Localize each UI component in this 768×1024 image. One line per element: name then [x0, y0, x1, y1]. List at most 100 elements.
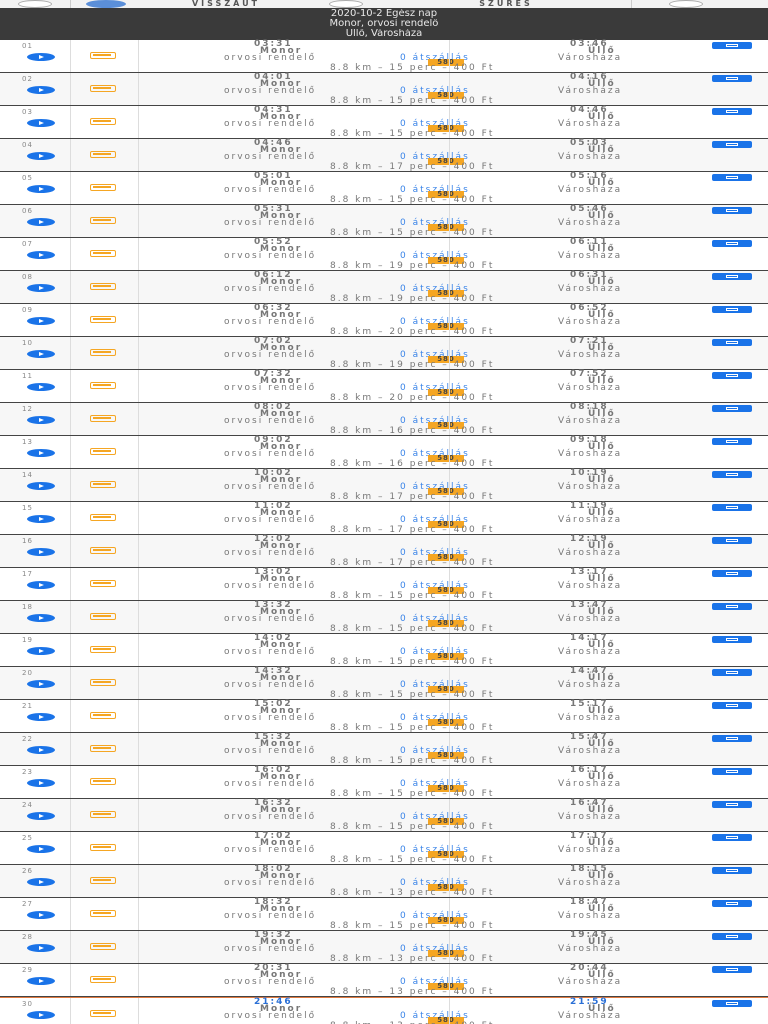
- ticket-icon[interactable]: [712, 801, 752, 808]
- result-row[interactable]: 24 16:32 Monor orvosi rendelő 0 átszállá…: [0, 799, 768, 832]
- ticket-icon[interactable]: [712, 933, 752, 940]
- ticket-icon[interactable]: [712, 471, 752, 478]
- result-row[interactable]: 18 13:32 Monor orvosi rendelő 0 átszállá…: [0, 601, 768, 634]
- info-button[interactable]: [632, 0, 739, 8]
- ticket-icon[interactable]: [712, 966, 752, 973]
- play-icon[interactable]: [27, 1011, 55, 1019]
- ticket-icon[interactable]: [712, 504, 752, 511]
- play-icon[interactable]: [27, 845, 55, 853]
- result-row[interactable]: 08 06:12 Monor orvosi rendelő 0 átszállá…: [0, 271, 768, 304]
- play-icon[interactable]: [27, 350, 55, 358]
- play-icon[interactable]: [27, 977, 55, 985]
- ticket-icon[interactable]: [712, 42, 752, 49]
- result-row[interactable]: 28 19:32 Monor orvosi rendelő 0 átszállá…: [0, 931, 768, 964]
- result-row[interactable]: 17 13:02 Monor orvosi rendelő 0 átszállá…: [0, 568, 768, 601]
- result-row[interactable]: 06 05:31 Monor orvosi rendelő 0 átszállá…: [0, 205, 768, 238]
- play-icon[interactable]: [27, 53, 55, 61]
- vehicle-cell: [70, 898, 139, 930]
- ticket-icon[interactable]: [712, 669, 752, 676]
- ticket-icon[interactable]: [712, 735, 752, 742]
- back-trip-button[interactable]: VISSZAÚT: [141, 0, 311, 8]
- play-icon[interactable]: [27, 878, 55, 886]
- result-row[interactable]: 07 05:52 Monor orvosi rendelő 0 átszállá…: [0, 238, 768, 271]
- ticket-icon[interactable]: [712, 537, 752, 544]
- play-icon[interactable]: [27, 779, 55, 787]
- ticket-icon[interactable]: [712, 339, 752, 346]
- play-icon[interactable]: [27, 251, 55, 259]
- play-icon[interactable]: [27, 284, 55, 292]
- result-row[interactable]: 12 08:02 Monor orvosi rendelő 0 átszállá…: [0, 403, 768, 436]
- ticket-icon[interactable]: [712, 603, 752, 610]
- ticket-icon[interactable]: [712, 273, 752, 280]
- row-number: 12: [22, 405, 33, 413]
- play-icon[interactable]: [27, 449, 55, 457]
- play-icon[interactable]: [27, 218, 55, 226]
- ticket-icon[interactable]: [712, 438, 752, 445]
- ticket-icon[interactable]: [712, 570, 752, 577]
- departure-stop-detail: orvosi rendelő: [224, 911, 317, 921]
- filter-button[interactable]: SZŰRÉS: [381, 0, 631, 8]
- ticket-icon[interactable]: [712, 702, 752, 709]
- result-row[interactable]: 11 07:32 Monor orvosi rendelő 0 átszállá…: [0, 370, 768, 403]
- result-row[interactable]: 27 18:32 Monor orvosi rendelő 0 átszállá…: [0, 898, 768, 931]
- ticket-icon[interactable]: [712, 372, 752, 379]
- play-icon[interactable]: [27, 713, 55, 721]
- ticket-icon[interactable]: [712, 768, 752, 775]
- result-row[interactable]: 13 09:02 Monor orvosi rendelő 0 átszállá…: [0, 436, 768, 469]
- result-row[interactable]: 26 18:02 Monor orvosi rendelő 0 átszállá…: [0, 865, 768, 898]
- result-row[interactable]: 16 12:02 Monor orvosi rendelő 0 átszállá…: [0, 535, 768, 568]
- ticket-icon[interactable]: [712, 141, 752, 148]
- result-row[interactable]: 02 04:01 Monor orvosi rendelő 0 átszállá…: [0, 73, 768, 106]
- play-icon[interactable]: [27, 614, 55, 622]
- result-row[interactable]: 10 07:02 Monor orvosi rendelő 0 átszállá…: [0, 337, 768, 370]
- play-icon[interactable]: [27, 581, 55, 589]
- ticket-icon[interactable]: [712, 306, 752, 313]
- location-button[interactable]: [71, 0, 141, 8]
- play-icon[interactable]: [27, 185, 55, 193]
- play-icon[interactable]: [27, 416, 55, 424]
- ticket-icon[interactable]: [712, 174, 752, 181]
- ticket-icon[interactable]: [712, 900, 752, 907]
- play-icon[interactable]: [27, 515, 55, 523]
- play-icon[interactable]: [27, 911, 55, 919]
- play-icon[interactable]: [27, 812, 55, 820]
- play-icon[interactable]: [27, 548, 55, 556]
- result-row[interactable]: 19 14:02 Monor orvosi rendelő 0 átszállá…: [0, 634, 768, 667]
- result-row[interactable]: 23 16:02 Monor orvosi rendelő 0 átszállá…: [0, 766, 768, 799]
- result-row[interactable]: 30 21:46 Monor orvosi rendelő 0 átszállá…: [0, 997, 768, 1024]
- ticket-icon[interactable]: [712, 405, 752, 412]
- result-row[interactable]: 25 17:02 Monor orvosi rendelő 0 átszállá…: [0, 832, 768, 865]
- ticket-icon[interactable]: [712, 75, 752, 82]
- play-icon[interactable]: [27, 119, 55, 127]
- play-icon[interactable]: [27, 944, 55, 952]
- ticket-icon[interactable]: [712, 207, 752, 214]
- ticket-icon[interactable]: [712, 240, 752, 247]
- ticket-icon[interactable]: [712, 108, 752, 115]
- play-icon[interactable]: [27, 680, 55, 688]
- result-row[interactable]: 09 06:32 Monor orvosi rendelő 0 átszállá…: [0, 304, 768, 337]
- result-row[interactable]: 01 03:31 Monor orvosi rendelő 0 átszállá…: [0, 40, 768, 73]
- play-icon[interactable]: [27, 647, 55, 655]
- ticket-icon[interactable]: [712, 834, 752, 841]
- play-icon[interactable]: [27, 746, 55, 754]
- ticket-icon[interactable]: [712, 867, 752, 874]
- result-row[interactable]: 22 15:32 Monor orvosi rendelő 0 átszállá…: [0, 733, 768, 766]
- result-row[interactable]: 05 05:01 Monor orvosi rendelő 0 átszállá…: [0, 172, 768, 205]
- result-row[interactable]: 15 11:02 Monor orvosi rendelő 0 átszállá…: [0, 502, 768, 535]
- ticket-icon[interactable]: [712, 1000, 752, 1007]
- row-index-cell: 19: [0, 634, 71, 666]
- play-icon[interactable]: [27, 152, 55, 160]
- play-icon[interactable]: [27, 317, 55, 325]
- settings-button[interactable]: [311, 0, 381, 8]
- result-row[interactable]: 14 10:02 Monor orvosi rendelő 0 átszállá…: [0, 469, 768, 502]
- result-row[interactable]: 21 15:02 Monor orvosi rendelő 0 átszállá…: [0, 700, 768, 733]
- play-icon[interactable]: [27, 86, 55, 94]
- ticket-icon[interactable]: [712, 636, 752, 643]
- result-row[interactable]: 03 04:31 Monor orvosi rendelő 0 átszállá…: [0, 106, 768, 139]
- play-icon[interactable]: [27, 482, 55, 490]
- result-row[interactable]: 29 20:31 Monor orvosi rendelő 0 átszállá…: [0, 964, 768, 997]
- result-row[interactable]: 20 14:32 Monor orvosi rendelő 0 átszállá…: [0, 667, 768, 700]
- play-icon[interactable]: [27, 383, 55, 391]
- menu-button[interactable]: [0, 0, 70, 8]
- result-row[interactable]: 04 04:46 Monor orvosi rendelő 0 átszállá…: [0, 139, 768, 172]
